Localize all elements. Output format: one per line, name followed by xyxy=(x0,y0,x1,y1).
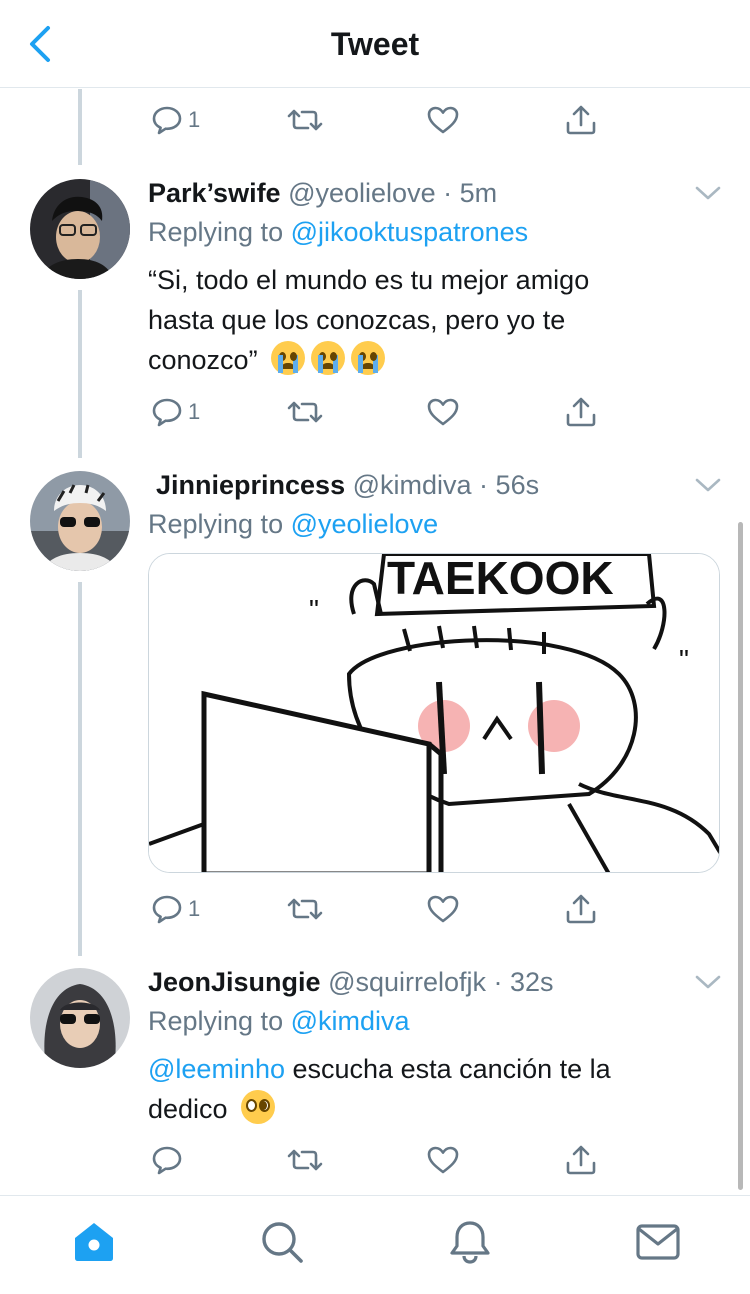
retweet-button[interactable] xyxy=(286,392,324,432)
thread-connector xyxy=(78,290,82,458)
reply-count: 1 xyxy=(188,107,201,132)
share-button[interactable] xyxy=(564,100,598,140)
avatar[interactable] xyxy=(30,968,130,1068)
retweet-icon xyxy=(287,898,323,920)
share-icon xyxy=(566,1145,596,1175)
chevron-down-icon[interactable] xyxy=(694,184,722,202)
svg-text:": " xyxy=(309,594,319,625)
avatar[interactable] xyxy=(30,179,130,279)
tweet-actions xyxy=(148,1140,618,1180)
chevron-down-icon[interactable] xyxy=(694,476,722,494)
tweet-text-line: dedico xyxy=(148,1089,708,1129)
thread-connector xyxy=(78,582,82,956)
scrollbar[interactable] xyxy=(738,522,743,1190)
chevron-down-icon[interactable] xyxy=(694,973,722,991)
share-button[interactable] xyxy=(564,889,598,929)
heart-icon xyxy=(427,1146,459,1174)
reply-icon xyxy=(152,106,182,135)
heart-icon xyxy=(427,895,459,923)
retweet-button[interactable] xyxy=(286,889,324,929)
tweet-text-line: conozco” xyxy=(148,340,708,380)
tweet-text: @leeminho escucha esta canción te la ded… xyxy=(148,1049,708,1129)
share-icon xyxy=(566,894,596,924)
crying-face-emoji xyxy=(351,341,386,375)
like-button[interactable] xyxy=(426,889,460,929)
heart-icon xyxy=(427,398,459,426)
author-name[interactable]: Jinnieprincess xyxy=(156,470,345,500)
page-title: Tweet xyxy=(330,26,420,62)
share-icon xyxy=(566,397,596,427)
retweet-icon xyxy=(287,1149,323,1171)
share-button[interactable] xyxy=(564,1140,598,1180)
replying-to-label: Replying to xyxy=(148,1006,284,1036)
tweet-text-line: @leeminho escucha esta canción te la xyxy=(148,1049,708,1089)
pleading-face-emoji xyxy=(241,1090,276,1124)
home-icon[interactable] xyxy=(70,1218,118,1266)
messages-icon[interactable] xyxy=(634,1218,682,1266)
like-button[interactable] xyxy=(426,100,460,140)
replying-to-label: Replying to xyxy=(148,509,284,539)
like-button[interactable] xyxy=(426,1140,460,1180)
tweet-text-fragment: escucha esta canción te la xyxy=(292,1054,611,1084)
tweet-actions: 1 xyxy=(148,100,618,140)
share-icon xyxy=(566,105,596,135)
replying-to: Replying to @jikooktuspatrones xyxy=(148,217,528,248)
author-handle[interactable]: @yeolielove xyxy=(288,178,436,208)
reply-button[interactable]: 1 xyxy=(150,100,200,140)
reply-button[interactable] xyxy=(150,1140,188,1180)
tweet-media-image[interactable]: TAEKOOK " " xyxy=(148,553,720,873)
heart-icon xyxy=(427,106,459,134)
tweet-time: 56s xyxy=(495,470,540,500)
reply-icon xyxy=(152,1146,182,1175)
reply-button[interactable]: 1 xyxy=(150,889,200,929)
tweet-text-fragment: dedico xyxy=(148,1094,228,1124)
tweet-actions: 1 xyxy=(148,392,618,432)
tweet-text: “Si, todo el mundo es tu mejor amigo has… xyxy=(148,260,708,380)
replying-to-label: Replying to xyxy=(148,217,284,247)
replying-to: Replying to @yeolielove xyxy=(148,509,438,540)
reply-button[interactable]: 1 xyxy=(150,392,200,432)
crying-face-emoji xyxy=(311,341,346,375)
reply-count: 1 xyxy=(188,399,201,424)
crying-face-emoji xyxy=(271,341,306,375)
tweet-text-line: “Si, todo el mundo es tu mejor amigo xyxy=(148,265,590,295)
tweet-author-line: Park’swife @yeolielove · 5m xyxy=(148,178,498,208)
reply-icon xyxy=(152,398,182,427)
tweet-time: 5m xyxy=(459,178,498,208)
author-handle[interactable]: @squirrelofjk xyxy=(328,967,486,997)
reply-icon xyxy=(152,895,182,924)
image-caption-text: TAEKOOK xyxy=(387,554,614,604)
tweet-author-line: JeonJisungie @squirrelofjk · 32s xyxy=(148,967,554,997)
mention-link[interactable]: @leeminho xyxy=(148,1054,285,1084)
replying-to-mention[interactable]: @jikooktuspatrones xyxy=(291,217,529,247)
tweet-actions: 1 xyxy=(148,889,618,929)
search-icon[interactable] xyxy=(258,1218,306,1266)
tweet-text-fragment: conozco” xyxy=(148,345,258,375)
top-navigation-bar: Tweet xyxy=(0,0,750,88)
like-button[interactable] xyxy=(426,392,460,432)
tweet-author-line: Jinnieprincess @kimdiva · 56s xyxy=(156,470,540,500)
retweet-button[interactable] xyxy=(286,1140,324,1180)
tweet-time: 32s xyxy=(510,967,554,997)
avatar[interactable] xyxy=(30,471,130,571)
replying-to-mention[interactable]: @yeolielove xyxy=(291,509,439,539)
bottom-tab-bar xyxy=(0,1195,750,1294)
author-name[interactable]: JeonJisungie xyxy=(148,967,321,997)
retweet-icon xyxy=(287,401,323,423)
retweet-icon xyxy=(287,109,323,131)
replying-to: Replying to @kimdiva xyxy=(148,1006,410,1037)
notifications-icon[interactable] xyxy=(446,1218,494,1266)
reply-count: 1 xyxy=(188,896,201,921)
author-handle[interactable]: @kimdiva xyxy=(353,470,472,500)
svg-text:": " xyxy=(679,644,689,675)
share-button[interactable] xyxy=(564,392,598,432)
meme-illustration: TAEKOOK " " xyxy=(149,554,719,872)
replying-to-mention[interactable]: @kimdiva xyxy=(291,1006,410,1036)
author-name[interactable]: Park’swife xyxy=(148,178,281,208)
tweet-text-line: hasta que los conozcas, pero yo te xyxy=(148,305,566,335)
retweet-button[interactable] xyxy=(286,100,324,140)
thread-connector xyxy=(78,89,82,165)
